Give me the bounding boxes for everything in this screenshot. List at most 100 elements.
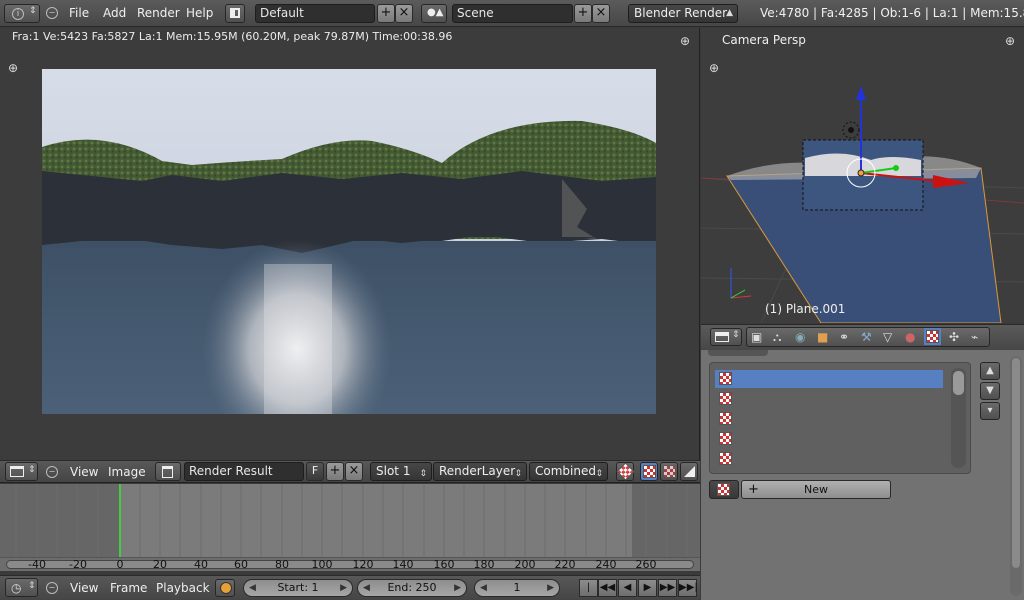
texture-browse-button[interactable]	[709, 480, 739, 499]
region-plus-icon[interactable]: ⊕	[1005, 35, 1015, 47]
updown-arrow-icon: ⇕	[29, 6, 37, 16]
world-tab-icon[interactable]: ◉	[795, 330, 805, 344]
display-color-button[interactable]	[640, 462, 658, 481]
material-tab-icon[interactable]: ●	[905, 330, 915, 344]
object-tab-icon[interactable]: ■	[817, 330, 828, 344]
updown-arrow-icon: ⇕	[28, 465, 36, 475]
start-frame-field[interactable]: ◀ Start: 1 ▶	[243, 579, 353, 597]
move-slot-down-button[interactable]: ▼	[980, 382, 1000, 400]
current-frame-field[interactable]: ◀ 1 ▶	[474, 579, 560, 597]
slot-dropdown[interactable]: Slot 1 ⇕	[370, 462, 432, 481]
modifiers-tab-icon[interactable]: ⚒	[861, 330, 872, 344]
checker-icon	[643, 465, 656, 478]
editor-type-button[interactable]: ◷ ⇕	[5, 578, 38, 597]
screen-layout-field[interactable]: Default	[255, 4, 375, 23]
timeline-scrollbar[interactable]	[6, 560, 694, 569]
region-plus-icon[interactable]: ⊕	[8, 62, 18, 74]
texture-type-tabs[interactable]	[708, 350, 768, 356]
texture-icon	[719, 372, 732, 385]
image-icon	[162, 466, 173, 478]
display-alpha-button[interactable]	[660, 462, 678, 481]
slot-specials-button[interactable]: ▾	[980, 402, 1000, 420]
add-layout-button[interactable]: +	[377, 4, 395, 23]
move-slot-up-button[interactable]: ▲	[980, 362, 1000, 380]
new-texture-button[interactable]: + New	[741, 480, 891, 499]
render-layer-dropdown[interactable]: RenderLayer ⇕	[433, 462, 527, 481]
properties-scrollbar-thumb[interactable]	[1012, 358, 1020, 568]
play-reverse-button[interactable]: ◀	[618, 579, 637, 597]
menu-playback[interactable]: Playback	[156, 581, 210, 595]
new-image-button[interactable]: +	[326, 462, 344, 481]
menu-frame[interactable]: Frame	[110, 581, 147, 595]
scene-field[interactable]: Scene	[452, 4, 573, 23]
render-pass-label: Combined	[535, 464, 596, 478]
menu-add[interactable]: Add	[103, 6, 126, 20]
list-scrollbar[interactable]	[951, 368, 966, 468]
unlink-image-button[interactable]: ×	[345, 462, 363, 481]
timeline-area[interactable]	[0, 484, 700, 557]
editor-type-button[interactable]: i ⇕	[4, 4, 40, 23]
scene-button[interactable]: ●▲	[421, 4, 447, 23]
texture-tab-icon[interactable]	[924, 328, 941, 345]
plus-icon: +	[748, 482, 759, 497]
current-frame-label: 1	[513, 581, 521, 594]
end-frame-field[interactable]: ◀ End: 250 ▶	[357, 579, 467, 597]
editor-type-button[interactable]: ⇕	[5, 462, 38, 481]
menu-render[interactable]: Render	[137, 6, 180, 20]
texture-slot-item[interactable]	[715, 410, 943, 428]
texture-icon	[719, 452, 732, 465]
list-scrollbar-thumb[interactable]	[953, 371, 964, 395]
image-browse-button[interactable]	[155, 462, 181, 481]
collapse-menu-icon[interactable]: −	[46, 582, 58, 594]
texture-slot-item[interactable]	[715, 370, 943, 388]
particles-tab-icon[interactable]: ✣	[949, 330, 959, 344]
fake-user-button[interactable]: F	[306, 462, 324, 481]
editor-type-button[interactable]: ⇕	[710, 328, 742, 346]
render-tab-icon[interactable]: ▣	[751, 330, 762, 344]
slot-label: Slot 1	[376, 464, 411, 478]
region-plus-icon[interactable]: ⊕	[709, 62, 719, 74]
jump-next-keyframe-button[interactable]: ▶▶	[658, 579, 677, 597]
menu-view[interactable]: View	[70, 465, 98, 479]
timeline-grid	[15, 484, 688, 557]
jump-end-button[interactable]: ▶▶|	[678, 579, 698, 597]
scene-tab-icon[interactable]: ⛬	[773, 330, 781, 345]
left-arrow-icon: ◀	[363, 583, 370, 593]
image-name-field[interactable]: Render Result	[184, 462, 304, 481]
constraints-tab-icon[interactable]: ⚭	[839, 330, 849, 344]
tick-label: 260	[635, 558, 657, 571]
jump-prev-keyframe-button[interactable]: ◀◀	[598, 579, 617, 597]
menu-file[interactable]: File	[69, 6, 89, 20]
texture-slot-item[interactable]	[715, 390, 943, 408]
texture-slot-item[interactable]	[715, 450, 943, 468]
properties-scrollbar[interactable]	[1010, 356, 1022, 596]
context-tabs: ▣ ⛬ ◉ ■ ⚭ ⚒ ▽ ● ✣ ⌁	[746, 327, 990, 347]
render-pass-dropdown[interactable]: Combined ⇕	[529, 462, 608, 481]
end-frame-label: End: 250	[387, 581, 437, 594]
screen-layout-button[interactable]	[225, 4, 245, 23]
delete-scene-button[interactable]: ×	[592, 4, 610, 23]
draw-mode-button[interactable]	[616, 462, 635, 481]
menu-help[interactable]: Help	[186, 6, 213, 20]
texture-slot-item[interactable]	[715, 430, 943, 448]
play-button[interactable]: ▶	[638, 579, 657, 597]
3d-viewport[interactable]	[701, 28, 1024, 323]
display-z-button[interactable]	[680, 462, 698, 481]
menu-image[interactable]: Image	[108, 465, 146, 479]
region-plus-icon[interactable]: ⊕	[680, 35, 690, 47]
clock-icon: ◷	[11, 581, 22, 595]
tick-label: 100	[311, 558, 333, 571]
scene-stats: Ve:4780 | Fa:4285 | Ob:1-6 | La:1 | Mem:…	[760, 6, 1024, 20]
collapse-menu-icon[interactable]: −	[46, 7, 58, 19]
preview-range-button[interactable]	[215, 579, 235, 597]
render-engine-dropdown[interactable]: Blender Render ▲	[628, 4, 738, 23]
physics-tab-icon[interactable]: ⌁	[971, 330, 978, 344]
add-scene-button[interactable]: +	[574, 4, 592, 23]
jump-start-button[interactable]: |◀◀	[579, 579, 598, 600]
tick-label: 180	[473, 558, 495, 571]
menu-view[interactable]: View	[70, 581, 98, 595]
tick-label: 140	[392, 558, 414, 571]
delete-layout-button[interactable]: ×	[395, 4, 413, 23]
collapse-menu-icon[interactable]: −	[46, 466, 58, 478]
data-tab-icon[interactable]: ▽	[883, 330, 892, 344]
